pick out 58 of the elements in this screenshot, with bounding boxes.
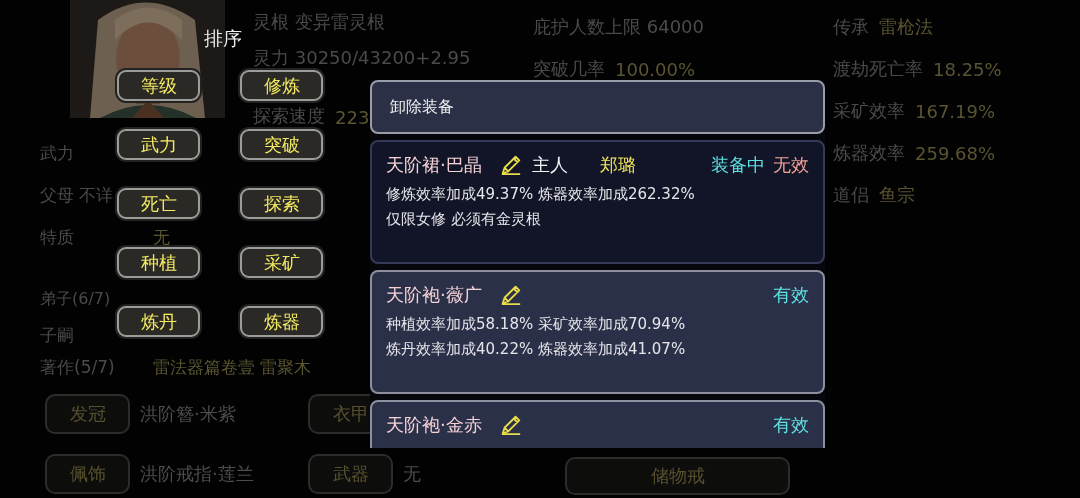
stat-label: 特质 xyxy=(40,225,75,249)
stat-label: 突破几率 xyxy=(533,57,605,81)
stat-label: 灵根 变异雷灵根 xyxy=(253,10,385,34)
sort-button[interactable]: 武力 xyxy=(117,129,200,160)
stat-value: 18.25% xyxy=(933,58,1002,80)
sort-button[interactable]: 等级 xyxy=(117,70,200,101)
validity-status: 无效 xyxy=(773,153,809,177)
stat-value: 鱼宗 xyxy=(879,183,915,207)
item-name: 天阶袍·薇广 xyxy=(386,283,482,307)
stat-value: 雷法器篇卷壹 雷聚木 xyxy=(153,355,312,379)
sort-button[interactable]: 炼丹 xyxy=(117,306,200,337)
equipped-item: 无 xyxy=(403,463,421,484)
stat-label: 父母 不详 xyxy=(40,183,115,207)
stat-label: 炼器效率 xyxy=(833,141,905,165)
sort-button[interactable]: 死亡 xyxy=(117,188,200,219)
sort-button[interactable]: 采矿 xyxy=(240,247,323,278)
stat-value: 无 xyxy=(153,225,170,249)
validity-status: 有效 xyxy=(773,413,809,437)
stat-label: 采矿效率 xyxy=(833,99,905,123)
sort-button[interactable]: 修炼 xyxy=(240,70,323,101)
item-name: 天阶裙·巴晶 xyxy=(386,153,482,177)
owner-label: 主人 xyxy=(531,153,568,177)
stat-label: 武力 xyxy=(40,141,75,165)
sort-button[interactable]: 突破 xyxy=(240,129,323,160)
equipment-card[interactable]: 天阶袍·薇广 有效 种植效率加成58.18% 采矿效率加成70.94% 炼丹效率加成40.22% 炼器效率加成41.07% xyxy=(370,270,825,394)
stat-label: 弟子(6/7) xyxy=(40,288,112,310)
sort-button[interactable]: 种植 xyxy=(117,247,200,278)
equipment-card[interactable]: 天阶袍·金赤 有效 xyxy=(370,400,825,448)
stat-value: 167.19% xyxy=(915,100,996,122)
stat-label: 道侣 xyxy=(833,183,869,207)
validity-status: 有效 xyxy=(773,283,809,307)
equip-status: 装备中 xyxy=(711,153,765,177)
stat-label: 渡劫死亡率 xyxy=(833,57,923,81)
stat-value: 259.68% xyxy=(915,142,996,164)
equipped-item: 洪阶戒指·莲兰 xyxy=(140,463,254,484)
owner-name: 郑璐 xyxy=(599,153,636,177)
equipment-card[interactable]: 天阶裙·巴晶 主人 郑璐 装备中 无效 修炼效率加成49.37% 炼器效率加成262.32% 仅限女修 必须有金灵根 xyxy=(370,140,825,264)
stat-label: 传承 xyxy=(833,15,869,39)
sort-button[interactable]: 探索 xyxy=(240,188,323,219)
unequip-button[interactable]: 卸除装备 xyxy=(370,80,825,134)
effect-text: 仅限女修 必须有金灵根 xyxy=(386,209,542,230)
pencil-icon[interactable] xyxy=(499,414,522,436)
stat-label: 探索速度 xyxy=(253,104,325,128)
pencil-icon[interactable] xyxy=(499,154,522,176)
effect-text: 修炼效率加成49.37% 炼器效率加成262.32% xyxy=(386,184,696,205)
stat-value: 223 xyxy=(335,107,370,128)
stat-label: 子嗣 xyxy=(40,323,75,347)
stat-label: 灵力 30250/43200+2.95 xyxy=(253,46,471,70)
stat-label: 庇护人数上限 64000 xyxy=(533,15,704,39)
sort-title: 排序 xyxy=(204,26,242,51)
sort-button[interactable]: 炼器 xyxy=(240,306,323,337)
effect-text: 炼丹效率加成40.22% 炼器效率加成41.07% xyxy=(386,339,687,360)
stat-value: 100.00% xyxy=(615,58,696,80)
stat-label: 著作(5/7) xyxy=(40,355,116,379)
stat-value: 雷枪法 xyxy=(879,15,933,39)
equipped-item: 洪阶簪·米紫 xyxy=(140,403,236,424)
effect-text: 种植效率加成58.18% 采矿效率加成70.94% xyxy=(386,314,687,335)
pencil-icon[interactable] xyxy=(499,284,522,306)
